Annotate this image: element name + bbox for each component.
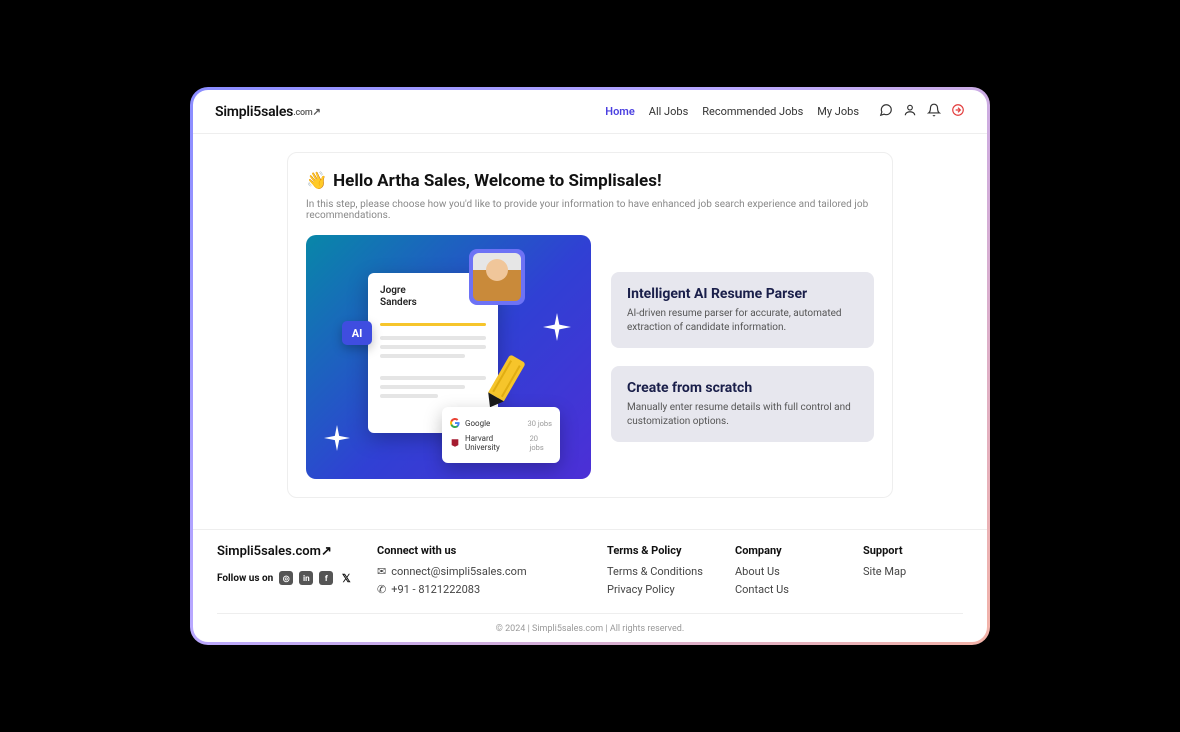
footer-email[interactable]: ✉ connect@simpli5sales.com [377, 565, 587, 578]
footer-heading-company: Company [735, 544, 843, 557]
tag-name: Harvard University [465, 434, 525, 452]
welcome-card: 👋 Hello Artha Sales, Welcome to Simplisa… [287, 152, 893, 498]
nav: Home All Jobs Recommended Jobs My Jobs [605, 103, 965, 120]
tag-card: Google 30 jobs Harvard University 20 job… [442, 407, 560, 463]
footer-phone[interactable]: ✆ +91 - 8121222083 [377, 583, 587, 596]
brand-suffix: .com [293, 108, 312, 118]
option-title: Intelligent AI Resume Parser [627, 286, 858, 302]
footer-company-col: Company About Us Contact Us [735, 544, 843, 601]
footer-link-contact[interactable]: Contact Us [735, 583, 843, 596]
tag-name: Google [465, 419, 490, 428]
facebook-icon[interactable]: f [319, 571, 333, 585]
nav-home[interactable]: Home [605, 105, 635, 118]
chat-icon[interactable] [879, 103, 893, 120]
brand-name: Simpli5sales [215, 104, 293, 120]
header-icons [879, 103, 965, 120]
copyright: © 2024 | Simpli5sales.com | All rights r… [217, 613, 963, 634]
footer-link-about[interactable]: About Us [735, 565, 843, 578]
mail-icon: ✉ [377, 565, 386, 578]
tag-jobs: 20 jobs [530, 434, 552, 452]
footer-columns: Simpli5sales.com↗ Follow us on ◎ in f 𝕏 … [217, 544, 963, 601]
wave-emoji: 👋 [306, 171, 327, 191]
instagram-icon[interactable]: ◎ [279, 571, 293, 585]
footer-link-terms[interactable]: Terms & Conditions [607, 565, 715, 578]
ai-badge: AI [342, 321, 372, 345]
main: 👋 Hello Artha Sales, Welcome to Simplisa… [193, 134, 987, 529]
nav-all-jobs[interactable]: All Jobs [649, 105, 688, 118]
welcome-subtext: In this step, please choose how you'd li… [306, 199, 874, 221]
option-title: Create from scratch [627, 380, 858, 396]
tag-jobs: 30 jobs [528, 419, 552, 428]
google-icon [450, 418, 460, 428]
user-icon[interactable] [903, 103, 917, 120]
footer-logo[interactable]: Simpli5sales.com↗ [217, 544, 357, 559]
welcome-heading: 👋 Hello Artha Sales, Welcome to Simplisa… [306, 171, 874, 191]
tag-row-harvard: Harvard University 20 jobs [450, 431, 552, 455]
footer-support-col: Support Site Map [863, 544, 963, 601]
content-row: Jogre Sanders AI [306, 235, 874, 479]
nav-recommended-jobs[interactable]: Recommended Jobs [702, 105, 803, 118]
illustration-panel: Jogre Sanders AI [306, 235, 591, 479]
avatar-illustration [469, 249, 525, 305]
option-ai-parser[interactable]: Intelligent AI Resume Parser AI-driven r… [611, 272, 874, 348]
sparkle-icon [324, 425, 350, 451]
bell-icon[interactable] [927, 103, 941, 120]
footer-connect-col: Connect with us ✉ connect@simpli5sales.c… [377, 544, 587, 601]
option-create-scratch[interactable]: Create from scratch Manually enter resum… [611, 366, 874, 442]
footer-link-privacy[interactable]: Privacy Policy [607, 583, 715, 596]
harvard-icon [450, 438, 460, 448]
footer-brand-col: Simpli5sales.com↗ Follow us on ◎ in f 𝕏 [217, 544, 357, 601]
screen: Simpli5sales.com↗ Home All Jobs Recommen… [193, 90, 987, 642]
x-icon[interactable]: 𝕏 [339, 571, 353, 585]
phone-icon: ✆ [377, 583, 386, 596]
footer-terms-col: Terms & Policy Terms & Conditions Privac… [607, 544, 715, 601]
option-desc: AI-driven resume parser for accurate, au… [627, 307, 858, 334]
welcome-title: Hello Artha Sales, Welcome to Simplisale… [333, 171, 661, 191]
logout-icon[interactable] [951, 103, 965, 120]
nav-my-jobs[interactable]: My Jobs [817, 105, 859, 118]
footer-link-sitemap[interactable]: Site Map [863, 565, 963, 578]
brand-logo[interactable]: Simpli5sales.com↗ [215, 104, 321, 120]
linkedin-icon[interactable]: in [299, 571, 313, 585]
footer-heading-support: Support [863, 544, 963, 557]
footer-heading-connect: Connect with us [377, 544, 587, 557]
option-desc: Manually enter resume details with full … [627, 401, 858, 428]
tag-row-google: Google 30 jobs [450, 415, 552, 431]
header: Simpli5sales.com↗ Home All Jobs Recommen… [193, 90, 987, 134]
brand-arrow-icon: ↗ [313, 107, 321, 118]
device-frame: Simpli5sales.com↗ Home All Jobs Recommen… [190, 87, 990, 645]
options-list: Intelligent AI Resume Parser AI-driven r… [611, 235, 874, 479]
footer-heading-terms: Terms & Policy [607, 544, 715, 557]
footer: Simpli5sales.com↗ Follow us on ◎ in f 𝕏 … [193, 529, 987, 642]
follow-label: Follow us on [217, 573, 273, 584]
sparkle-icon [543, 313, 571, 341]
follow-row: Follow us on ◎ in f 𝕏 [217, 571, 357, 585]
